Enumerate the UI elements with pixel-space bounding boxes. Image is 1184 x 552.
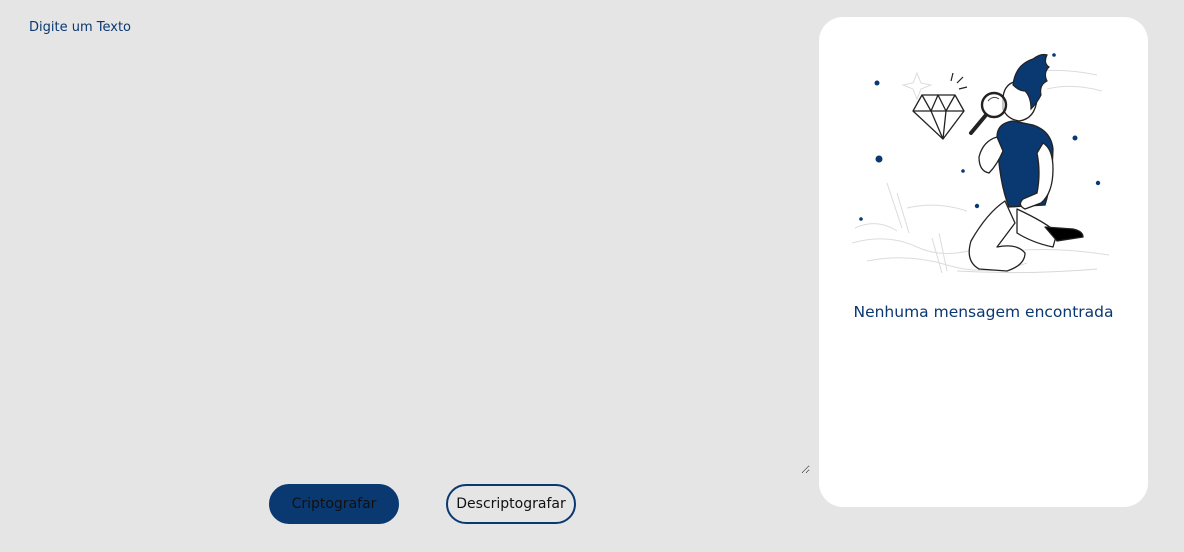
decrypt-button[interactable]: Descriptografar bbox=[446, 484, 576, 524]
text-input[interactable] bbox=[20, 14, 810, 474]
app-page: Criptografar Descriptografar bbox=[0, 0, 1184, 552]
output-card: Nenhuma mensagem encontrada bbox=[819, 17, 1148, 507]
encrypt-button[interactable]: Criptografar bbox=[269, 484, 399, 524]
empty-message: Nenhuma mensagem encontrada bbox=[853, 303, 1114, 321]
person-with-magnifying-glass-icon bbox=[851, 53, 1110, 274]
input-area bbox=[20, 14, 810, 474]
